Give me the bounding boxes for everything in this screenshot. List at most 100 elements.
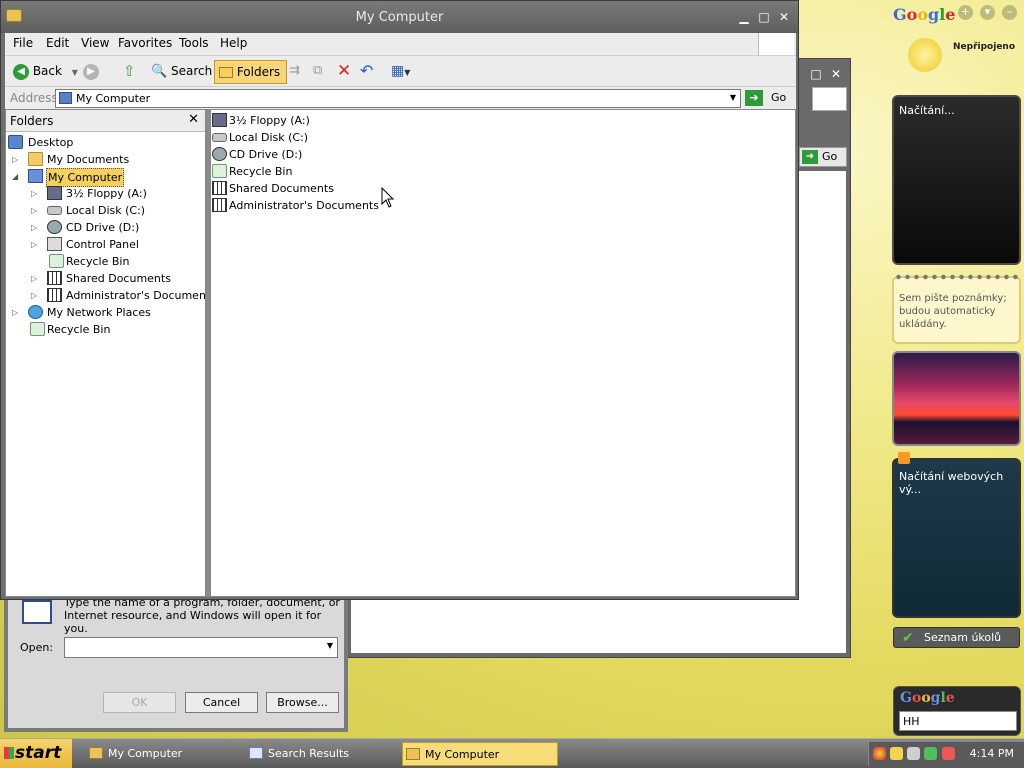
network-icon[interactable]	[924, 747, 937, 760]
forward-button[interactable]: ▶	[83, 60, 99, 84]
title-bar[interactable]: My Computer ▁ □ ✕	[1, 1, 798, 33]
google-search-input[interactable]	[899, 711, 1017, 731]
system-tray: 4:14 PM	[868, 742, 1024, 766]
hard-disk-icon	[47, 206, 62, 215]
address-label: Address	[10, 91, 58, 105]
cd-drive-icon	[47, 220, 62, 234]
add-gadget-icon[interactable]: +	[958, 5, 973, 20]
menu-help[interactable]: Help	[220, 36, 247, 50]
windows-flag-icon	[4, 747, 14, 759]
menu-tools[interactable]: Tools	[179, 36, 209, 50]
expand-icon[interactable]: ▷	[31, 185, 37, 202]
back-arrow-icon: ◀	[13, 63, 29, 80]
tasks-button[interactable]: ✔ Seznam úkolů	[893, 627, 1020, 648]
expand-icon[interactable]: ▷	[31, 270, 37, 287]
folders-button[interactable]: Folders	[214, 60, 288, 84]
minimize-icon[interactable]: –	[1002, 5, 1017, 20]
maximize-icon[interactable]: □	[756, 9, 772, 25]
back-button[interactable]: ◀ Back ▼	[13, 60, 78, 84]
folder-icon	[89, 747, 103, 759]
dropdown-arrow-icon[interactable]: ▼	[327, 641, 333, 650]
copy-to-icon[interactable]: ⧉	[313, 60, 322, 84]
computer-icon	[59, 92, 72, 104]
recycle-bin-icon	[212, 164, 227, 178]
close-icon[interactable]: ✕	[829, 67, 843, 81]
browse-button[interactable]: Browse...	[266, 692, 339, 713]
avatar[interactable]	[908, 38, 942, 72]
google-search-logo: Google	[900, 690, 955, 706]
undo-icon[interactable]: ↶	[360, 60, 373, 84]
toolbar: ◀ Back ▼ ▶ ⇧ 🔍 Search Folders ⇉ ⧉ ✕ ↶ ▦▼	[5, 55, 796, 86]
notepad-rings-icon	[894, 272, 1019, 282]
menu-edit[interactable]: Edit	[46, 36, 69, 50]
run-description: Type the name of a program, folder, docu…	[64, 596, 340, 635]
rss-icon	[898, 452, 910, 464]
folder-icon	[406, 748, 420, 760]
cancel-button[interactable]: Cancel	[185, 692, 258, 713]
checkmark-icon: ✔	[902, 630, 914, 646]
feed-gadget[interactable]: Načítání webových vý...	[892, 452, 1021, 618]
move-to-icon[interactable]: ⇉	[289, 60, 300, 84]
background-go-button[interactable]: ➜ Go	[799, 147, 847, 167]
menu-bar: File Edit View Favorites Tools Help	[5, 33, 796, 55]
expand-icon[interactable]: ▷	[12, 151, 18, 168]
delete-icon[interactable]: ✕	[337, 60, 351, 84]
tray-app-icon[interactable]	[873, 747, 886, 760]
open-input[interactable]: ▼	[64, 637, 338, 658]
minimize-icon[interactable]: ▁	[736, 9, 752, 25]
up-folder-icon[interactable]: ⇧	[123, 60, 136, 84]
taskbar-button-my-computer[interactable]: My Computer	[86, 742, 238, 766]
folders-pane-header: Folders ✕	[6, 110, 205, 132]
dropdown-arrow-icon[interactable]: ▼	[72, 68, 78, 77]
expand-icon[interactable]: ▷	[31, 219, 37, 236]
hard-disk-icon	[212, 133, 227, 142]
notes-gadget[interactable]: Sem pište poznámky; budou automaticky uk…	[892, 272, 1021, 344]
shared-documents-icon	[47, 288, 62, 302]
close-icon[interactable]: ✕	[776, 9, 792, 25]
floppy-drive-icon	[212, 113, 227, 127]
dropdown-arrow-icon[interactable]: ▼	[730, 93, 736, 102]
menu-favorites[interactable]: Favorites	[118, 36, 172, 50]
window-title: My Computer	[355, 10, 444, 25]
taskbar-button-my-computer-active[interactable]: My Computer	[402, 742, 558, 766]
recycle-bin-icon	[30, 322, 45, 336]
search-results-icon	[249, 747, 263, 759]
ok-button[interactable]: OK	[103, 692, 176, 713]
expand-icon[interactable]: ▷	[31, 236, 37, 253]
shared-documents-icon	[47, 271, 62, 285]
cd-drive-icon	[212, 147, 227, 161]
forward-arrow-icon: ▶	[83, 63, 99, 80]
photo-gadget[interactable]	[892, 351, 1021, 446]
menu-file[interactable]: File	[13, 36, 33, 50]
explorer-window: My Computer ▁ □ ✕ File Edit View Favorit…	[0, 0, 799, 600]
network-places-icon	[28, 305, 43, 319]
mouse-cursor-icon	[381, 187, 395, 208]
menu-view[interactable]: View	[81, 36, 109, 50]
clock: 4:14 PM	[969, 747, 1014, 760]
expand-icon[interactable]: ▷	[12, 304, 18, 321]
notes-text: Sem pište poznámky; budou automaticky uk…	[899, 293, 1007, 330]
run-dialog: Type the name of a program, folder, docu…	[4, 596, 348, 732]
recycle-bin-icon	[49, 254, 64, 268]
search-button[interactable]: 🔍 Search	[151, 60, 212, 84]
go-button[interactable]: ➜ Go	[745, 89, 793, 108]
maximize-icon[interactable]: □	[809, 67, 823, 81]
run-icon	[22, 600, 52, 624]
address-field[interactable]: My Computer ▼	[55, 89, 741, 108]
shared-documents-icon	[212, 181, 227, 195]
close-icon[interactable]: ✕	[188, 112, 199, 127]
menu-icon[interactable]: ▾	[980, 5, 995, 20]
antivirus-icon[interactable]	[942, 747, 955, 760]
taskbar-button-search-results[interactable]: Search Results	[246, 742, 398, 766]
volume-icon[interactable]	[907, 747, 920, 760]
security-shield-icon[interactable]	[890, 747, 903, 760]
my-documents-icon	[28, 152, 43, 166]
address-bar: Address My Computer ▼ ➜ Go	[5, 86, 796, 109]
expand-icon[interactable]: ▷	[31, 287, 37, 304]
loading-gadget[interactable]: Načítání...	[892, 95, 1021, 265]
start-button[interactable]: start	[0, 739, 72, 768]
collapse-icon[interactable]: ◢	[12, 168, 18, 185]
views-icon[interactable]: ▦▼	[391, 60, 410, 84]
expand-icon[interactable]: ▷	[31, 202, 37, 219]
computer-icon	[28, 169, 43, 183]
